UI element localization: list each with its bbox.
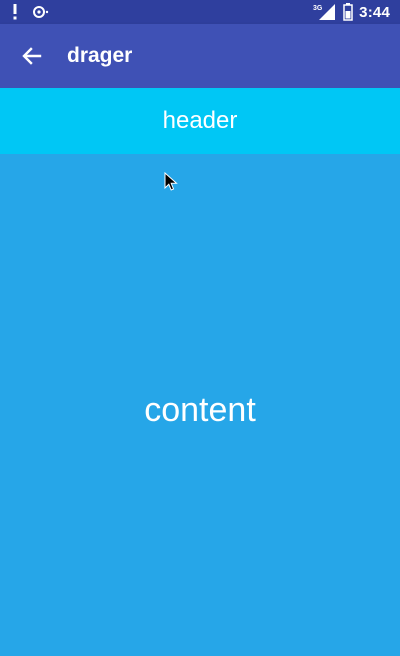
app-bar: drager xyxy=(0,24,400,88)
content-label: content xyxy=(144,390,256,429)
header-label: header xyxy=(162,107,238,134)
mouse-cursor-icon xyxy=(164,171,178,192)
header-section[interactable]: header xyxy=(0,88,400,154)
battery-icon xyxy=(343,3,353,21)
network-type: 3G xyxy=(313,5,323,12)
content-section[interactable]: content xyxy=(0,154,400,656)
status-time: 3:44 xyxy=(359,3,390,21)
status-bar-left xyxy=(12,0,50,24)
arrow-left-icon xyxy=(22,46,42,66)
alert-icon xyxy=(12,4,18,20)
signal-icon: 3G xyxy=(313,3,337,21)
status-bar: 3G 3:44 xyxy=(0,0,400,24)
sync-icon xyxy=(32,4,50,20)
status-bar-right: 3G 3:44 xyxy=(313,0,390,24)
page-title: drager xyxy=(67,44,133,67)
back-button[interactable] xyxy=(12,36,52,76)
